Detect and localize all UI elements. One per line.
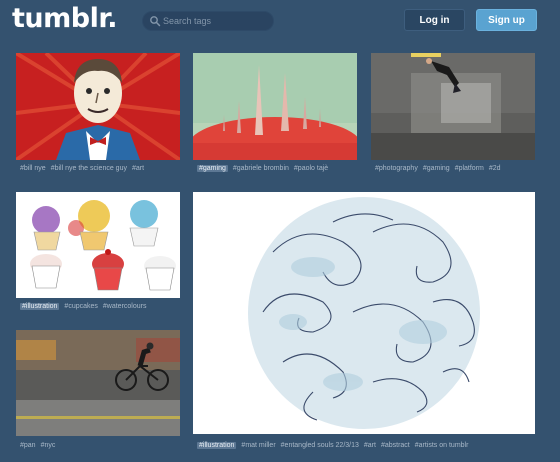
tag-link-highlighted[interactable]: #gaming	[197, 165, 228, 172]
tag-list: #illustration #cupcakes #watercolours	[20, 303, 146, 310]
post-image-swirls[interactable]	[193, 192, 535, 434]
tag-link[interactable]: #2d	[489, 165, 501, 172]
tag-link[interactable]: #photography	[375, 165, 418, 172]
tag-link[interactable]: #gaming	[423, 165, 450, 172]
search-bar[interactable]	[142, 11, 274, 31]
tag-list: #gaming #gabriele brombin #paolo tajè	[197, 165, 328, 172]
tag-link-highlighted[interactable]: #illustration	[197, 442, 237, 449]
signup-button[interactable]: Sign up	[476, 9, 537, 31]
header: tumblr. Log in Sign up	[0, 0, 560, 42]
tag-list: #pan #nyc	[20, 442, 55, 449]
tag-link[interactable]: #watercolours	[103, 303, 147, 310]
search-icon	[150, 16, 161, 27]
tag-link[interactable]: #nyc	[41, 442, 56, 449]
tag-link[interactable]: #art	[132, 165, 144, 172]
tag-list: #photography #gaming #platform #2d	[375, 165, 501, 172]
post-image-cupcakes[interactable]	[16, 192, 180, 298]
tag-link[interactable]: #platform	[455, 165, 484, 172]
login-button[interactable]: Log in	[404, 9, 465, 31]
post-image-bill-nye[interactable]	[16, 53, 180, 160]
tag-list: #bill nye #bill nye the science guy #art	[20, 165, 144, 172]
tag-link[interactable]: #art	[364, 442, 376, 449]
tag-link[interactable]: #entangled souls 22/3/13	[281, 442, 359, 449]
post-image-wall[interactable]	[371, 53, 535, 160]
tag-link-highlighted[interactable]: #illustration	[20, 303, 60, 310]
tag-link[interactable]: #paolo tajè	[294, 165, 328, 172]
tag-link[interactable]: #gabriele brombin	[233, 165, 289, 172]
post-image-spires[interactable]	[193, 53, 357, 160]
tag-link[interactable]: #abstract	[381, 442, 410, 449]
tag-link[interactable]: #bill nye the science guy	[51, 165, 127, 172]
tag-list: #illustration #mat miller #entangled sou…	[197, 442, 468, 449]
tag-link[interactable]: #bill nye	[20, 165, 46, 172]
tag-link[interactable]: #cupcakes	[64, 303, 97, 310]
search-input[interactable]	[163, 13, 271, 29]
tag-link[interactable]: #mat miller	[241, 442, 275, 449]
tumblr-logo[interactable]: tumblr.	[12, 3, 118, 34]
post-image-cyclist[interactable]	[16, 330, 180, 436]
tag-link[interactable]: #pan	[20, 442, 36, 449]
tag-link[interactable]: #artists on tumblr	[415, 442, 469, 449]
